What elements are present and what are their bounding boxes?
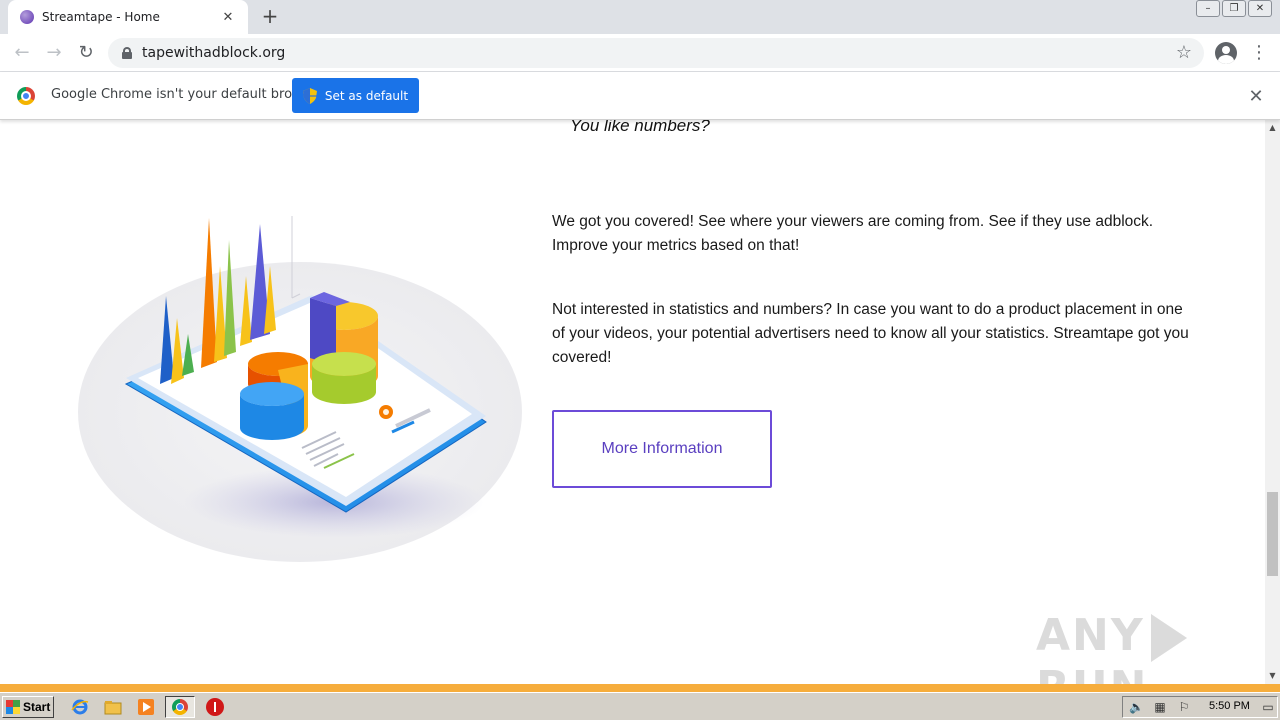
lock-icon[interactable]: [122, 47, 132, 59]
start-button[interactable]: Start: [2, 696, 54, 718]
page-footer-strip: [0, 684, 1280, 692]
taskbar-clock[interactable]: 5:50 PM: [1209, 700, 1250, 712]
show-desktop-icon[interactable]: ▭: [1261, 700, 1275, 714]
tab-close-icon[interactable]: ✕: [220, 10, 236, 25]
set-as-default-label: Set as default: [324, 88, 409, 103]
more-information-button[interactable]: More Information: [552, 410, 772, 488]
watermark-right-text: RUN: [1036, 662, 1148, 684]
reload-icon[interactable]: ↻: [74, 41, 98, 65]
network-icon[interactable]: ▦: [1153, 700, 1167, 714]
streamtape-favicon-icon: [20, 10, 34, 24]
default-browser-infobar: Google Chrome isn't your default browser…: [0, 72, 1280, 120]
scroll-thumb[interactable]: [1267, 492, 1278, 576]
infobar-close-icon[interactable]: ✕: [1248, 86, 1264, 107]
action-center-flag-icon[interactable]: ⚐: [1177, 700, 1191, 714]
set-as-default-button[interactable]: Set as default: [292, 78, 419, 113]
chrome-logo-icon: [17, 87, 35, 105]
new-tab-button[interactable]: +: [258, 4, 282, 28]
watermark-left-text: ANY: [1036, 610, 1145, 661]
media-player-icon[interactable]: [137, 698, 155, 716]
opera-stop-icon[interactable]: [206, 698, 224, 716]
start-label: Start: [23, 700, 51, 714]
forward-arrow-icon[interactable]: →: [42, 41, 66, 65]
system-tray: 🔈 ▦ ⚐ 5:50 PM ▭: [1122, 696, 1278, 718]
back-arrow-icon[interactable]: ←: [10, 41, 34, 65]
window-controls: – ❐ ✕: [1196, 0, 1272, 17]
browser-toolbar: ← → ↻ tapewithadblock.org ☆ ⋮: [0, 34, 1280, 72]
section-heading: You like numbers?: [570, 120, 710, 135]
statistics-illustration: [78, 216, 522, 562]
profile-avatar-icon[interactable]: [1215, 42, 1237, 64]
tab-title: Streamtape - Home: [42, 10, 160, 24]
scroll-down-arrow-icon[interactable]: ▼: [1265, 668, 1280, 684]
watermark-play-icon: [1150, 614, 1187, 662]
uac-shield-icon: [302, 87, 317, 104]
scroll-up-arrow-icon[interactable]: ▲: [1265, 120, 1280, 136]
window-close-button[interactable]: ✕: [1248, 0, 1272, 17]
chrome-taskbar-icon: [172, 699, 188, 715]
bookmark-star-icon[interactable]: ☆: [1176, 42, 1192, 63]
paragraph-advertisers: Not interested in statistics and numbers…: [552, 301, 1189, 366]
page-content: You like numbers? We got you covered! Se…: [0, 120, 1265, 684]
address-bar[interactable]: tapewithadblock.org ☆: [108, 38, 1204, 68]
chrome-taskbar-button[interactable]: [165, 696, 195, 718]
url-text[interactable]: tapewithadblock.org: [142, 45, 285, 61]
chrome-menu-icon[interactable]: ⋮: [1250, 42, 1268, 64]
windows-taskbar: Start 🔈 ▦ ⚐ 5:50 PM ▭: [0, 692, 1280, 720]
tab-strip: Streamtape - Home ✕ + – ❐ ✕: [0, 0, 1280, 34]
paragraph-viewers: We got you covered! See where your viewe…: [552, 213, 1154, 254]
file-explorer-icon[interactable]: [104, 698, 122, 716]
browser-tab[interactable]: Streamtape - Home ✕: [8, 0, 248, 34]
restore-button[interactable]: ❐: [1222, 0, 1246, 17]
internet-explorer-icon[interactable]: [71, 698, 89, 716]
page-scrollbar[interactable]: ▲ ▼: [1265, 120, 1280, 684]
anyrun-watermark: ANYRUN: [1036, 610, 1265, 684]
windows-logo-icon: [6, 700, 20, 714]
infobar-message: Google Chrome isn't your default browser: [51, 87, 323, 102]
minimize-button[interactable]: –: [1196, 0, 1220, 17]
volume-icon[interactable]: 🔈: [1129, 700, 1144, 714]
